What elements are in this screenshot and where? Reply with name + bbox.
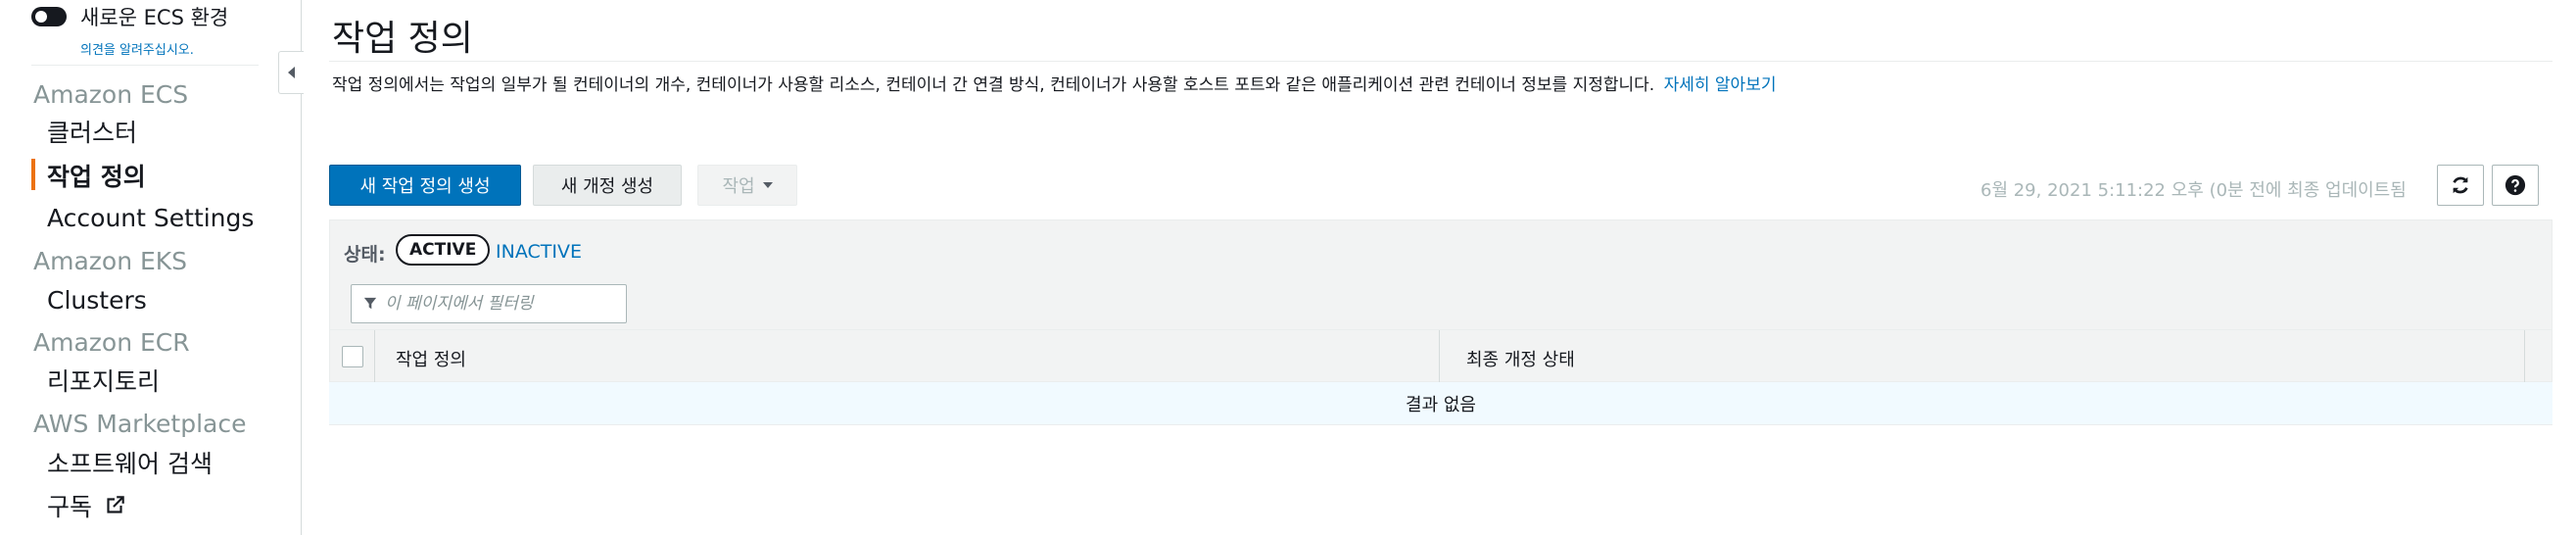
sidebar-item-account-settings[interactable]: Account Settings xyxy=(47,204,254,232)
help-button[interactable] xyxy=(2492,165,2539,206)
collapse-sidebar-button[interactable] xyxy=(278,51,304,94)
title-divider xyxy=(329,61,2552,62)
sidebar: 새로운 ECS 환경 의견을 알려주십시오. Amazon ECS 클러스터 작… xyxy=(0,0,302,535)
table-header: 작업 정의 최종 개정 상태 xyxy=(329,329,2552,383)
sidebar-item-subscriptions-label: 구독 xyxy=(47,493,93,521)
feedback-link[interactable]: 의견을 알려주십시오. xyxy=(80,39,194,58)
actions-label: 작업 xyxy=(722,176,755,197)
status-inactive-link[interactable]: INACTIVE xyxy=(496,241,582,263)
sidebar-section-aws-marketplace: AWS Marketplace xyxy=(33,410,247,438)
sidebar-section-amazon-ecr: Amazon ECR xyxy=(33,328,190,357)
sidebar-item-eks-clusters[interactable]: Clusters xyxy=(47,286,147,315)
external-link-icon xyxy=(107,496,124,513)
column-header-task-definition[interactable]: 작업 정의 xyxy=(396,346,466,371)
column-header-latest-revision-status[interactable]: 최종 개정 상태 xyxy=(1466,346,1575,371)
actions-dropdown[interactable]: 작업 xyxy=(697,165,797,206)
column-divider xyxy=(2524,330,2525,383)
filter-input[interactable] xyxy=(385,294,620,314)
sidebar-item-clusters[interactable]: 클러스터 xyxy=(47,114,137,149)
filter-field[interactable] xyxy=(351,284,627,323)
new-experience-toggle-row: 새로운 ECS 환경 xyxy=(31,2,228,31)
select-all-checkbox[interactable] xyxy=(342,346,363,367)
sidebar-item-subscriptions[interactable]: 구독 xyxy=(47,488,127,523)
learn-more-link[interactable]: 자세히 알아보기 xyxy=(1664,75,1777,95)
status-label: 상태: xyxy=(344,244,386,266)
column-divider xyxy=(374,330,375,383)
help-icon xyxy=(2504,174,2526,196)
status-filter-bar: 상태: ACTIVE INACTIVE xyxy=(329,219,2552,276)
status-active-toggle[interactable]: ACTIVE xyxy=(396,234,491,266)
create-revision-button[interactable]: 새 개정 생성 xyxy=(533,165,682,206)
ecs-console: 새로운 ECS 환경 의견을 알려주십시오. Amazon ECS 클러스터 작… xyxy=(0,0,2576,535)
create-task-definition-button[interactable]: 새 작업 정의 생성 xyxy=(329,165,521,206)
filter-bar xyxy=(329,276,2552,329)
sidebar-divider xyxy=(31,65,259,66)
page-title: 작업 정의 xyxy=(332,19,473,59)
column-divider xyxy=(1439,330,1440,383)
last-updated-timestamp: 6월 29, 2021 5:11:22 오후 (0분 전에 최종 업데이트됨 xyxy=(1980,180,2407,201)
caret-left-icon xyxy=(288,67,295,78)
page-description: 작업 정의에서는 작업의 일부가 될 컨테이너의 개수, 컨테이너가 사용할 리… xyxy=(332,71,1776,95)
task-definitions-table: 상태: ACTIVE INACTIVE 작업 정의 최종 개정 상태 xyxy=(329,219,2552,439)
new-experience-label: 새로운 ECS 환경 xyxy=(80,6,229,29)
caret-down-icon xyxy=(762,182,773,188)
sidebar-item-repositories[interactable]: 리포지토리 xyxy=(47,363,160,398)
refresh-button[interactable] xyxy=(2437,165,2484,206)
new-experience-toggle[interactable] xyxy=(31,7,67,26)
sidebar-section-amazon-ecs: Amazon ECS xyxy=(33,80,189,109)
empty-results-row: 결과 없음 xyxy=(329,382,2552,425)
filter-icon xyxy=(363,297,377,310)
active-indicator xyxy=(31,159,35,190)
description-text: 작업 정의에서는 작업의 일부가 될 컨테이너의 개수, 컨테이너가 사용할 리… xyxy=(332,75,1655,95)
refresh-icon xyxy=(2453,176,2468,194)
sidebar-item-discover-software[interactable]: 소프트웨어 검색 xyxy=(47,445,213,480)
sidebar-section-amazon-eks: Amazon EKS xyxy=(33,247,188,275)
sidebar-item-task-definitions[interactable]: 작업 정의 xyxy=(47,158,146,193)
